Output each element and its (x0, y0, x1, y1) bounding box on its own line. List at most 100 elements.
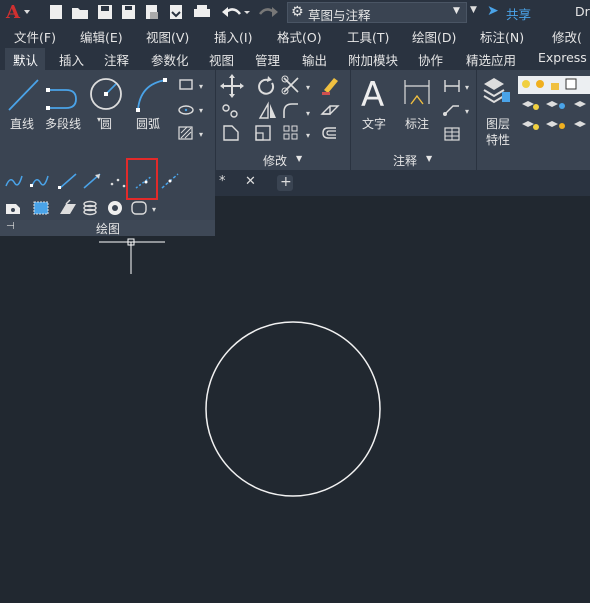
tab-featured-apps[interactable]: 精选应用 (466, 50, 516, 69)
workspace-dropdown[interactable]: ⚙ 草图与注释 ▼ (287, 2, 467, 23)
print-icon[interactable] (194, 5, 210, 17)
linear-dimension-icon[interactable]: ▾ (444, 80, 469, 92)
tab-view[interactable]: 视图 (209, 50, 234, 69)
svg-text:▾: ▾ (306, 131, 310, 140)
multiple-points-icon[interactable] (110, 178, 126, 188)
menu-draw[interactable]: 绘图(D) (412, 27, 456, 46)
crosshair-cursor (99, 238, 165, 274)
layer-tools-icons[interactable] (522, 101, 586, 130)
tab-express-tools[interactable]: Express T (538, 50, 590, 65)
window-title: Dr (575, 4, 590, 19)
tab-collaborate[interactable]: 协作 (418, 50, 443, 69)
annotation-panel-label: 注释 (393, 154, 418, 168)
circle-label[interactable]: 圆 (100, 115, 112, 132)
polyline-icon[interactable] (46, 88, 77, 110)
tab-output[interactable]: 输出 (302, 50, 327, 69)
undo-icon[interactable] (222, 7, 250, 17)
tab-default[interactable]: 默认 (13, 50, 38, 69)
polyline-label[interactable]: 多段线 (45, 115, 81, 132)
svg-text:▾: ▾ (465, 107, 469, 116)
rotate-icon[interactable] (258, 76, 275, 95)
tab-annotate[interactable]: 注释 (104, 50, 129, 69)
chevron-down-icon: ▼ (453, 6, 460, 16)
fillet-icon[interactable]: ▾ (283, 103, 310, 118)
arc-label[interactable]: 圆弧 (136, 115, 160, 132)
svg-text:▾: ▾ (465, 83, 469, 92)
annotation-panel-title[interactable]: 注释 ▼ (393, 150, 443, 168)
leader-icon[interactable]: ▾ (443, 105, 469, 116)
hatch-icon[interactable]: ▾ (178, 126, 203, 140)
layer-label-line2[interactable]: 特性 (486, 131, 510, 147)
document-tabs: * ✕ + (215, 170, 590, 196)
new-tab-button[interactable]: + (277, 174, 293, 191)
copy-icon[interactable] (222, 104, 238, 118)
rectangle-icon[interactable]: ▾ (179, 79, 203, 91)
xline-icon[interactable] (83, 173, 101, 189)
open-folder-icon[interactable] (72, 8, 88, 19)
ray-icon[interactable] (58, 173, 77, 189)
erase-icon[interactable] (322, 78, 338, 95)
mirror-icon[interactable] (258, 101, 276, 119)
layer-properties-icon[interactable] (483, 78, 510, 104)
modify-panel-title[interactable]: 修改 ▼ (262, 150, 322, 168)
dropdown-arrow-icon[interactable]: ▼ (470, 5, 477, 15)
open-web-icon[interactable] (146, 5, 158, 19)
svg-text:▾: ▾ (199, 130, 203, 139)
menu-edit[interactable]: 编辑(E) (80, 27, 123, 46)
lock-icon (551, 83, 559, 90)
new-file-icon[interactable] (50, 5, 62, 19)
canvas-graphics (99, 238, 381, 497)
layer-label-line1[interactable]: 图层 (486, 115, 510, 132)
close-icon[interactable]: ✕ (245, 174, 256, 189)
ellipse-icon[interactable]: ▾ (178, 105, 203, 115)
spline-fit-icon[interactable] (5, 175, 23, 187)
dimension-icon[interactable] (404, 80, 430, 105)
workspace-label: 草图与注释 (308, 8, 371, 23)
panel-expand-icon: ▼ (426, 154, 433, 163)
divide-icon[interactable] (161, 173, 179, 189)
stretch-icon[interactable] (223, 125, 239, 141)
array-icon[interactable]: ▾ (283, 125, 310, 140)
save-icon[interactable] (98, 5, 112, 19)
dimension-label[interactable]: 标注 (405, 115, 429, 132)
tab-manage[interactable]: 管理 (255, 50, 280, 69)
menu-file[interactable]: 文件(F) (14, 27, 56, 46)
title-bar: A ⚙ 草图与注释 ▼ ▼ ➤ 共享 Dr (0, 0, 590, 24)
lightbulb-icon (522, 80, 530, 88)
menu-view[interactable]: 视图(V) (146, 27, 189, 46)
text-icon[interactable]: A (361, 75, 384, 115)
trim-icon[interactable]: ▾ (281, 75, 310, 95)
save-web-icon[interactable] (170, 5, 182, 19)
arc-icon[interactable] (136, 78, 167, 112)
ribbon-tabs: 默认 插入 注释 参数化 视图 管理 输出 附加模块 协作 精选应用 Expre… (0, 46, 590, 72)
tab-parametric[interactable]: 参数化 (151, 50, 189, 69)
drawing-canvas[interactable] (0, 196, 590, 603)
sun-icon (536, 80, 544, 88)
menu-tools[interactable]: 工具(T) (347, 27, 389, 46)
svg-text:▾: ▾ (199, 106, 203, 115)
spline-cv-icon[interactable] (30, 175, 49, 187)
quick-access-toolbar (50, 5, 278, 19)
tab-addins[interactable]: 附加模块 (348, 50, 398, 69)
redo-icon[interactable] (259, 7, 278, 17)
highlight-box (126, 158, 158, 200)
menu-dimension[interactable]: 标注(N) (480, 27, 524, 46)
svg-text:▾: ▾ (306, 83, 310, 92)
explode-icon[interactable] (320, 105, 340, 115)
save-as-icon[interactable] (122, 5, 135, 19)
plus-icon: + (280, 174, 292, 190)
offset-icon[interactable] (322, 127, 336, 139)
menu-insert[interactable]: 插入(I) (214, 27, 252, 46)
table-icon[interactable] (444, 127, 460, 141)
text-label[interactable]: 文字 (362, 115, 386, 132)
gear-icon: ⚙ (291, 4, 304, 20)
tab-insert[interactable]: 插入 (59, 50, 84, 69)
move-icon[interactable] (220, 74, 244, 98)
line-label[interactable]: 直线 (10, 115, 34, 132)
menu-format[interactable]: 格式(O) (277, 27, 322, 46)
drawn-circle[interactable] (205, 321, 381, 497)
scale-icon[interactable] (255, 125, 271, 141)
line-icon[interactable] (8, 79, 39, 111)
app-menu-button[interactable]: A (4, 2, 34, 23)
menu-modify[interactable]: 修改( (552, 27, 582, 46)
